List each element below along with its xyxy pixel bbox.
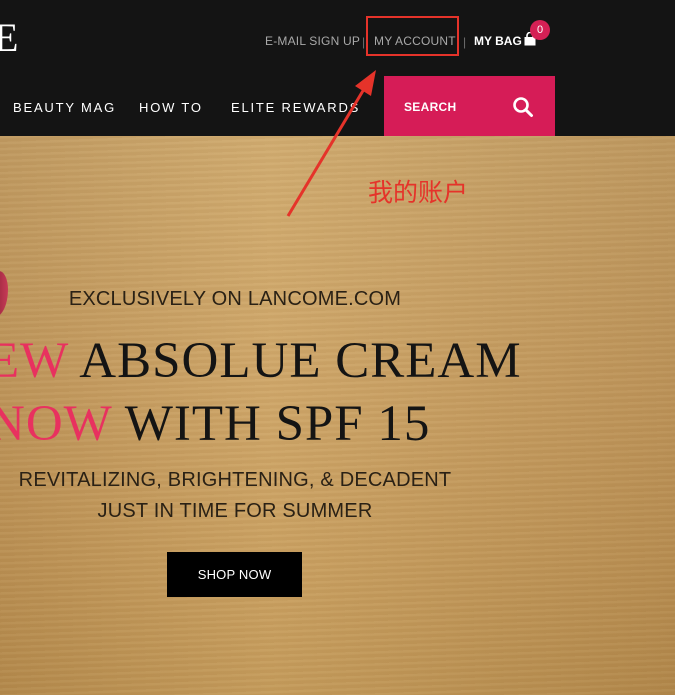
- site-header: E E-MAIL SIGN UP | MY ACCOUNT | MY BAG 0…: [0, 0, 675, 136]
- annotation-label: 我的账户: [368, 178, 469, 207]
- search-button[interactable]: SEARCH: [384, 76, 555, 136]
- hero-subheading-line-2: JUST IN TIME FOR SUMMER: [97, 500, 373, 522]
- hero-headline-line-2: NOW WITH SPF 15: [0, 396, 430, 452]
- utility-separator: |: [362, 35, 366, 49]
- shop-now-button[interactable]: SHOP NOW: [167, 552, 302, 597]
- nav-item-elite-rewards[interactable]: ELITE REWARDS: [231, 100, 360, 116]
- hero-subheading-line-1: REVITALIZING, BRIGHTENING, & DECADENT: [18, 469, 452, 491]
- headline-text: WITH SPF 15: [111, 396, 431, 452]
- my-bag-link[interactable]: MY BAG: [474, 33, 522, 49]
- search-icon[interactable]: [512, 96, 534, 118]
- annotation-highlight-box: [366, 16, 459, 56]
- utility-separator: |: [463, 35, 467, 49]
- brand-logo[interactable]: E: [0, 14, 19, 62]
- hero-headline-line-1: EW ABSOLUE CREAM: [0, 333, 522, 389]
- email-signup-link[interactable]: E-MAIL SIGN UP: [265, 33, 360, 49]
- nav-item-how-to[interactable]: HOW TO: [139, 100, 203, 116]
- nav-item-beauty-mag[interactable]: BEAUTY MAG: [13, 100, 116, 116]
- headline-accent: NOW: [0, 396, 112, 452]
- bag-count-badge: 0: [530, 20, 550, 40]
- hero-kicker: EXCLUSIVELY ON LANCOME.COM: [68, 288, 402, 310]
- headline-text: ABSOLUE CREAM: [68, 333, 522, 389]
- headline-accent: EW: [0, 333, 69, 389]
- search-label: SEARCH: [404, 100, 457, 114]
